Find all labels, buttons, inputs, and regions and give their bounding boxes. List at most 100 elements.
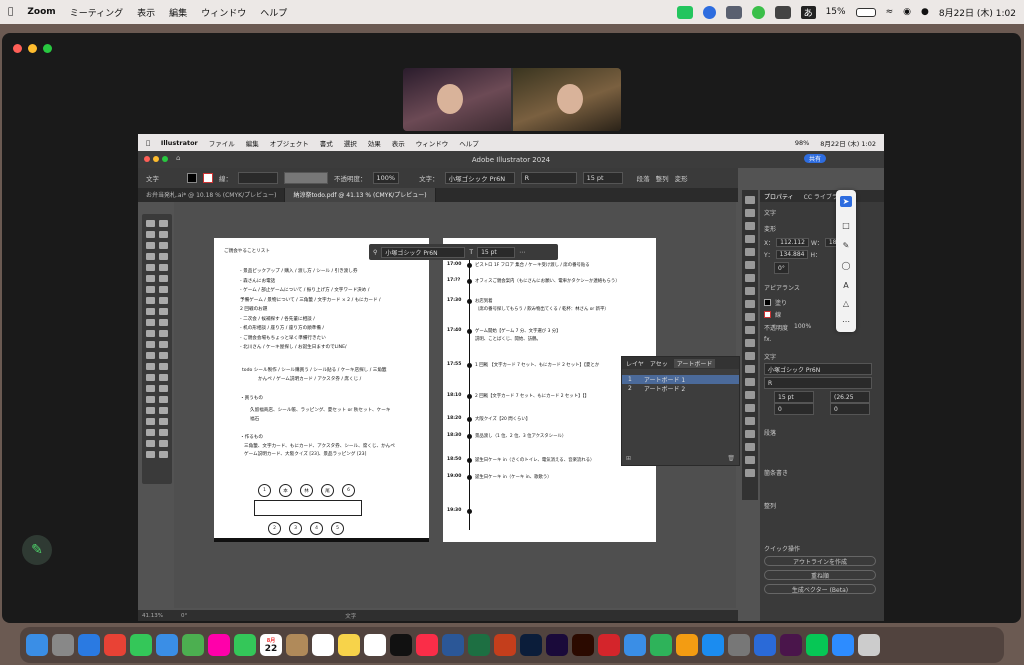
maximize-window-icon[interactable] [162,156,168,162]
pen-icon[interactable]: ✎ [840,240,852,251]
menu-edit[interactable]: 編集 [169,6,187,19]
tool-icon[interactable] [159,231,168,238]
tool-icon[interactable] [159,429,168,436]
tool-icon[interactable] [146,363,155,370]
tool-icon[interactable] [159,385,168,392]
line-tray-icon[interactable] [751,5,765,19]
tool-icon[interactable] [159,220,168,227]
panel-icon[interactable] [745,326,755,334]
dock-app-notes[interactable] [338,634,360,656]
panel-icon[interactable] [745,469,755,477]
dock-app-app-store[interactable] [702,634,724,656]
panel-icon[interactable] [745,313,755,321]
tool-icon[interactable] [146,418,155,425]
participant-video[interactable] [513,68,621,131]
fill-swatch[interactable] [764,299,771,306]
prop-size-field[interactable]: 15 pt [774,391,814,403]
tool-icon[interactable] [146,275,155,282]
dock-app-xcode[interactable] [754,634,776,656]
panel-icon[interactable] [745,430,755,438]
generative-vector-button[interactable]: 生成ベクター (Beta) [764,584,876,594]
tool-icon[interactable] [146,429,155,436]
align-link[interactable]: 整列 [656,173,669,183]
panel-icon[interactable] [745,352,755,360]
app-tray-icon[interactable] [774,5,791,19]
panel-icon[interactable] [745,391,755,399]
panel-icon[interactable] [745,365,755,373]
panel-icon[interactable] [745,274,755,282]
menu-app-zoom[interactable]: Zoom [27,7,55,17]
tool-icon[interactable] [159,374,168,381]
panel-icon[interactable] [745,287,755,295]
mirror-icon[interactable] [725,5,742,19]
dock-app-messages[interactable] [130,634,152,656]
ai-menu-view[interactable]: 表示 [392,138,405,148]
tool-icon[interactable] [159,330,168,337]
panel-icon[interactable] [745,417,755,425]
dock-app-keynote[interactable] [624,634,646,656]
tab-layers[interactable]: レイヤ [626,359,644,368]
tool-icon[interactable] [146,297,155,304]
y-field[interactable]: 134.884 [775,250,809,259]
delete-icon[interactable]: 🗑 [727,455,735,463]
tool-icon[interactable] [146,396,155,403]
tool-icon[interactable] [159,308,168,315]
panel-icon[interactable] [745,339,755,347]
dock-app-mail[interactable] [156,634,178,656]
dock-app-word[interactable] [442,634,464,656]
transform-link[interactable]: 変形 [675,173,688,183]
ime-indicator[interactable]: あ [800,5,816,19]
maximize-window-icon[interactable] [43,44,52,53]
tool-icon[interactable] [159,286,168,293]
participant-video-strip[interactable] [403,68,621,131]
dock-app-ps[interactable] [520,634,542,656]
dock-app-ai[interactable] [572,634,594,656]
dock-app-launchpad[interactable] [52,634,74,656]
ai-menu-app[interactable]: Illustrator [161,139,198,147]
share-button[interactable]: 共有 [803,154,826,163]
stroke-swatch[interactable] [764,311,771,318]
tool-icon[interactable] [159,352,168,359]
apple-icon[interactable]:  [146,139,150,147]
tool-icon[interactable] [159,440,168,447]
prop-style-field[interactable]: R [764,377,872,389]
tool-icon[interactable] [146,308,155,315]
lasso-icon[interactable]: ◯ [840,260,852,271]
dock-app-slack[interactable] [780,634,802,656]
rearrange-icon[interactable]: ⊞ [626,455,631,463]
menu-view[interactable]: 表示 [137,6,155,19]
tool-icon[interactable] [146,264,155,271]
tab-properties[interactable]: プロパティ [764,192,794,201]
dock-app-settings[interactable] [728,634,750,656]
battery-icon[interactable] [855,7,876,17]
tool-icon[interactable] [146,220,155,227]
tool-icon[interactable] [146,352,155,359]
tool-icon[interactable] [159,275,168,282]
more-icon[interactable]: ⋯ [519,249,525,256]
wifi-icon[interactable]: ≈ [886,7,894,17]
home-icon[interactable]: ⌂ [176,154,180,162]
fx-button[interactable]: fx. [764,336,772,343]
dock-app-music[interactable] [416,634,438,656]
prop-leading-field[interactable]: (26.25 [830,391,870,403]
tool-icon[interactable] [159,242,168,249]
stroke-weight-field[interactable] [238,172,278,184]
panel-icon[interactable] [745,443,755,451]
close-window-icon[interactable] [144,156,150,162]
control-center-icon[interactable]: ◉ [903,7,911,17]
ai-menu-window[interactable]: ウィンドウ [416,138,449,148]
dock-app-pages[interactable] [676,634,698,656]
dock-app-zoom[interactable] [832,634,854,656]
annotate-pencil-button[interactable]: ✎ [22,535,52,565]
artboard-1[interactable]: ご親会やることリスト - 景品ピックアップ / 購入 / 渡し方 / シール /… [214,238,429,542]
tool-icon[interactable] [146,253,155,260]
panel-icon[interactable] [745,235,755,243]
dock-app-facetime[interactable] [234,634,256,656]
popup-size-field[interactable]: 15 pt [477,246,516,258]
tool-icon[interactable] [159,341,168,348]
menu-window[interactable]: ウィンドウ [201,6,246,19]
tool-icon[interactable] [159,253,168,260]
dock-app-reminders[interactable] [312,634,334,656]
artboard-row[interactable]: 2 アートボード 2 [622,384,739,393]
x-field[interactable]: 112.112 [776,238,809,247]
